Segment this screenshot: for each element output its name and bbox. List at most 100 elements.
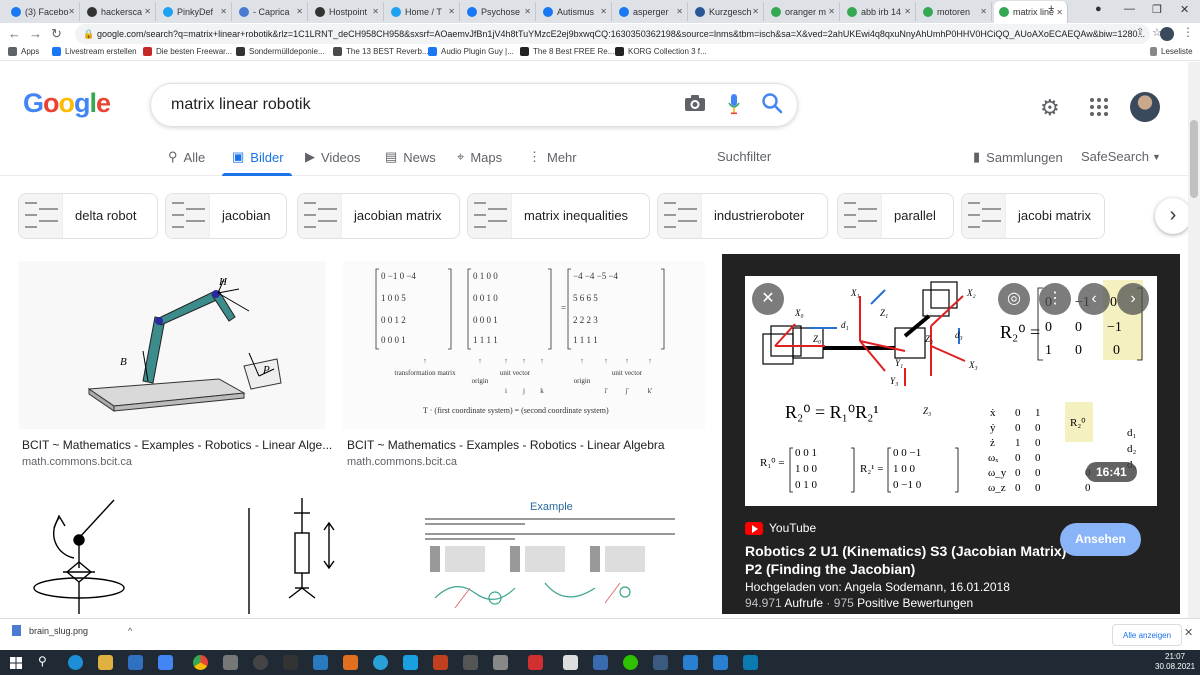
skype-icon[interactable] (403, 655, 418, 670)
browser-tab[interactable]: Hostpoint ✕ (310, 2, 384, 21)
app-icon-6[interactable] (463, 655, 478, 670)
close-tab-icon[interactable]: ✕ (828, 7, 835, 16)
chevron-up-icon[interactable]: ^ (128, 626, 132, 636)
result-source-2[interactable]: math.commons.bcit.ca (347, 456, 457, 468)
app-icon-10[interactable] (593, 655, 608, 670)
result-image-4[interactable]: Example (395, 488, 705, 614)
preview-source[interactable]: YouTube (745, 521, 816, 535)
close-tab-icon[interactable]: ✕ (296, 7, 303, 16)
tab-all[interactable]: ⚲ Alle (168, 149, 205, 165)
camera-search-icon[interactable] (684, 94, 706, 112)
close-shelf-icon[interactable]: ✕ (1184, 626, 1193, 639)
safesearch-dropdown[interactable]: SafeSearch ▼ (1081, 149, 1161, 164)
close-tab-icon[interactable]: ✕ (372, 7, 379, 16)
browser-tab[interactable]: Home / T ✕ (386, 2, 460, 21)
close-tab-icon[interactable]: ✕ (220, 7, 227, 16)
minimize-icon[interactable]: — (1124, 3, 1135, 15)
result-image-1[interactable]: H B P (19, 261, 325, 429)
search-icon[interactable] (761, 92, 783, 114)
forward-icon[interactable]: → (29, 26, 42, 41)
search-box[interactable]: matrix linear robotik (150, 83, 798, 127)
related-search-chip[interactable]: jacobian (165, 193, 287, 239)
back-icon[interactable]: ← (8, 26, 21, 41)
app-icon-11[interactable] (653, 655, 668, 670)
browser-tab[interactable]: oranger m ✕ (766, 2, 840, 21)
app-icon-3[interactable] (313, 655, 328, 670)
app-icon-5[interactable] (433, 655, 448, 670)
edge-icon[interactable] (68, 655, 83, 670)
browser-tab[interactable]: (3) Facebo ✕ (6, 2, 80, 21)
wechat-icon[interactable] (623, 655, 638, 670)
windows-app-icon[interactable] (158, 655, 173, 670)
related-search-chip[interactable]: industrieroboter (657, 193, 828, 239)
reload-icon[interactable]: ↻ (51, 26, 62, 42)
previous-image-button[interactable]: ‹ (1078, 283, 1110, 315)
bookmark-item[interactable]: Die besten Freewar... (143, 47, 232, 56)
chip-scroll-next-button[interactable]: › (1155, 198, 1191, 234)
bookmark-item[interactable]: Sondermülldeponie... (236, 47, 325, 56)
more-options-button[interactable]: ⋮ (1039, 283, 1071, 315)
preview-title[interactable]: Robotics 2 U1 (Kinematics) S3 (Jacobian … (745, 542, 1075, 578)
result-image-3[interactable] (19, 488, 377, 614)
close-tab-icon[interactable]: ✕ (600, 7, 607, 16)
close-tab-icon[interactable]: ✕ (448, 7, 455, 16)
tab-maps[interactable]: ⌖ Maps (457, 149, 502, 165)
close-tab-icon[interactable]: ✕ (524, 7, 531, 16)
bookmark-item[interactable]: Apps (8, 47, 39, 56)
app-icon-14[interactable] (743, 655, 758, 670)
watch-button[interactable]: Ansehen (1060, 523, 1141, 556)
search-tools-button[interactable]: Suchfilter (717, 149, 771, 164)
system-clock[interactable]: 21:07 30.08.2021 (1155, 652, 1195, 672)
google-apps-icon[interactable] (1089, 97, 1109, 117)
close-tab-icon[interactable]: ✕ (980, 7, 987, 16)
maximize-icon[interactable]: ❐ (1152, 3, 1162, 16)
lens-search-button[interactable]: ◎ (998, 283, 1030, 315)
app-icon-2[interactable] (253, 655, 268, 670)
result-title-1[interactable]: BCIT ~ Mathematics - Examples - Robotics… (22, 438, 332, 452)
tab-videos[interactable]: ▶ Videos (305, 149, 361, 165)
bookmark-item[interactable]: The 13 BEST Reverb... (333, 47, 429, 56)
taskbar-search-icon[interactable]: ⚲ (38, 654, 47, 668)
browser-tab[interactable]: abb irb 14 ✕ (842, 2, 916, 21)
related-search-chip[interactable]: jacobian matrix (297, 193, 460, 239)
ableton-live-icon[interactable] (283, 655, 298, 670)
browser-tab[interactable]: motoren ✕ (918, 2, 992, 21)
collections-button[interactable]: ▮ Sammlungen (973, 149, 1063, 165)
related-search-chip[interactable]: jacobi matrix (961, 193, 1105, 239)
show-all-downloads-button[interactable]: Alle anzeigen (1112, 624, 1183, 646)
close-tab-icon[interactable]: ✕ (144, 7, 151, 16)
bookmark-item[interactable]: KORG Collection 3 f... (615, 47, 707, 56)
close-tab-icon[interactable]: ✕ (676, 7, 683, 16)
result-source-1[interactable]: math.commons.bcit.ca (22, 456, 132, 468)
new-tab-button[interactable]: + (1048, 3, 1054, 15)
app-icon-8[interactable] (528, 655, 543, 670)
close-tab-icon[interactable]: ✕ (1056, 8, 1063, 17)
tab-search-icon[interactable]: ● (1095, 3, 1102, 15)
share-icon[interactable]: ⇪ (1136, 27, 1144, 38)
file-explorer-icon[interactable] (98, 655, 113, 670)
bookmark-item[interactable]: Livestream erstellen (52, 47, 137, 56)
app-icon-13[interactable] (713, 655, 728, 670)
bookmark-item[interactable]: The 8 Best FREE Re... (520, 47, 614, 56)
store-icon[interactable] (128, 655, 143, 670)
browser-tab[interactable]: PinkyDef ✕ (158, 2, 232, 21)
app-icon-7[interactable] (493, 655, 508, 670)
account-avatar[interactable] (1130, 92, 1160, 122)
result-title-2[interactable]: BCIT ~ Mathematics - Examples - Robotics… (347, 438, 665, 452)
reading-list[interactable]: Leseliste (1150, 47, 1193, 56)
windows-start-icon[interactable] (10, 657, 22, 669)
search-input[interactable]: matrix linear robotik (171, 96, 311, 114)
close-tab-icon[interactable]: ✕ (68, 7, 75, 16)
settings-gear-icon[interactable]: ⚙ (1040, 95, 1060, 121)
omnibox[interactable]: 🔒 google.com/search?q=matrix+linear+robo… (75, 24, 1150, 44)
page-scrollbar[interactable] (1188, 62, 1200, 620)
close-preview-button[interactable]: ✕ (752, 283, 784, 315)
browser-tab[interactable]: hackersca ✕ (82, 2, 156, 21)
telegram-icon[interactable] (373, 655, 388, 670)
browser-tab[interactable]: Psychose ✕ (462, 2, 536, 21)
tab-images[interactable]: ▣ Bilder (232, 149, 284, 165)
google-logo[interactable]: Google (23, 88, 111, 119)
browser-tab[interactable]: - Caprica ✕ (234, 2, 308, 21)
close-tab-icon[interactable]: ✕ (904, 7, 911, 16)
microphone-icon[interactable] (728, 93, 740, 115)
